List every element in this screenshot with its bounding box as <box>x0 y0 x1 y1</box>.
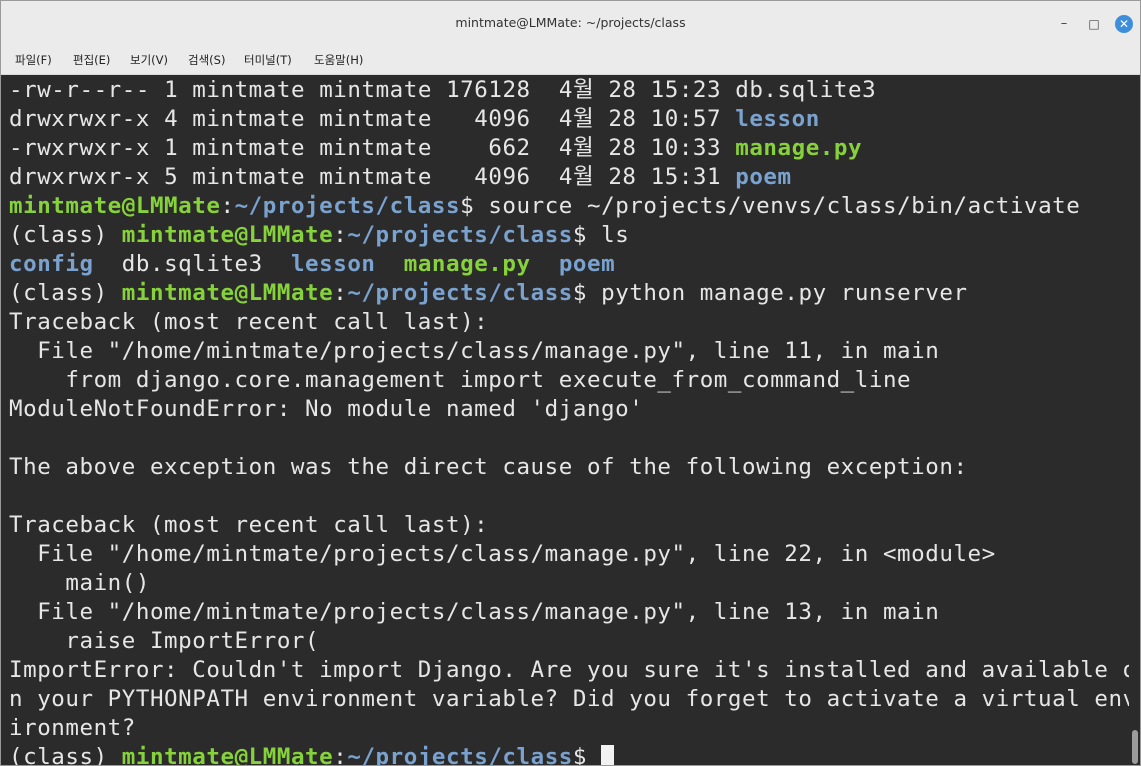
executable-name: manage.py <box>735 135 863 161</box>
output-line: ImportError: Couldn't import Django. Are… <box>9 657 1137 683</box>
output-line: ironment? <box>9 715 136 741</box>
prompt-line: (class) mintmate@LMMate:~/projects/class… <box>9 222 630 248</box>
menu-bar: 파일(F) 편집(E) 보기(V) 검색(S) 터미널(T) 도움말(H) <box>1 45 1140 75</box>
command: ls <box>601 222 630 248</box>
output-line: main() <box>9 570 150 596</box>
scrollbar-thumb[interactable] <box>1132 730 1138 764</box>
maximize-icon[interactable]: □ <box>1085 15 1103 33</box>
command: source ~/projects/venvs/class/bin/activa… <box>488 193 1081 219</box>
text-cursor <box>601 745 615 765</box>
directory-name: poem <box>735 164 792 190</box>
output-line: from django.core.management import execu… <box>9 367 912 393</box>
menu-file[interactable]: 파일(F) <box>15 45 52 75</box>
prompt-line: (class) mintmate@LMMate:~/projects/class… <box>9 743 615 765</box>
ls-output: config db.sqlite3 lesson manage.py poem <box>9 251 616 277</box>
window-title: mintmate@LMMate: ~/projects/class <box>455 15 686 30</box>
prompt-line: mintmate@LMMate:~/projects/class$ source… <box>9 193 1081 219</box>
menu-edit[interactable]: 편집(E) <box>73 45 110 75</box>
output-line: File "/home/mintmate/projects/class/mana… <box>9 338 940 364</box>
output-line: ModuleNotFoundError: No module named 'dj… <box>9 396 644 422</box>
directory-name: lesson <box>735 106 820 132</box>
prompt-line: (class) mintmate@LMMate:~/projects/class… <box>9 280 968 306</box>
terminal-output[interactable]: -rw-r--r-- 1 mintmate mintmate 176128 4월… <box>1 75 1136 765</box>
close-icon[interactable]: ✕ <box>1115 15 1133 33</box>
output-line: Traceback (most recent call last): <box>9 309 489 335</box>
output-line: The above exception was the direct cause… <box>9 454 968 480</box>
minimize-icon[interactable]: – <box>1055 15 1073 33</box>
output-line: File "/home/mintmate/projects/class/mana… <box>9 599 940 625</box>
menu-search[interactable]: 검색(S) <box>188 45 225 75</box>
ls-row: drwxrwxr-x 4 mintmate mintmate 4096 4월 2… <box>9 106 820 132</box>
terminal-window: mintmate@LMMate: ~/projects/class – □ ✕ … <box>0 0 1141 766</box>
menu-terminal[interactable]: 터미널(T) <box>244 45 292 75</box>
output-line: Traceback (most recent call last): <box>9 512 489 538</box>
ls-row: -rw-r--r-- 1 mintmate mintmate 176128 4월… <box>9 77 877 103</box>
command: python manage.py runserver <box>601 280 968 306</box>
menu-view[interactable]: 보기(V) <box>130 45 168 75</box>
file-name: db.sqlite3 <box>735 77 877 103</box>
output-line: raise ImportError( <box>9 628 320 654</box>
ls-row: drwxrwxr-x 5 mintmate mintmate 4096 4월 2… <box>9 164 792 190</box>
menu-help[interactable]: 도움말(H) <box>314 45 363 75</box>
ls-row: -rwxrwxr-x 1 mintmate mintmate 662 4월 28… <box>9 135 863 161</box>
scrollbar[interactable] <box>1129 75 1140 765</box>
output-line: n your PYTHONPATH environment variable? … <box>9 686 1137 712</box>
title-bar[interactable]: mintmate@LMMate: ~/projects/class – □ ✕ <box>1 1 1140 45</box>
output-line: File "/home/mintmate/projects/class/mana… <box>9 541 996 567</box>
